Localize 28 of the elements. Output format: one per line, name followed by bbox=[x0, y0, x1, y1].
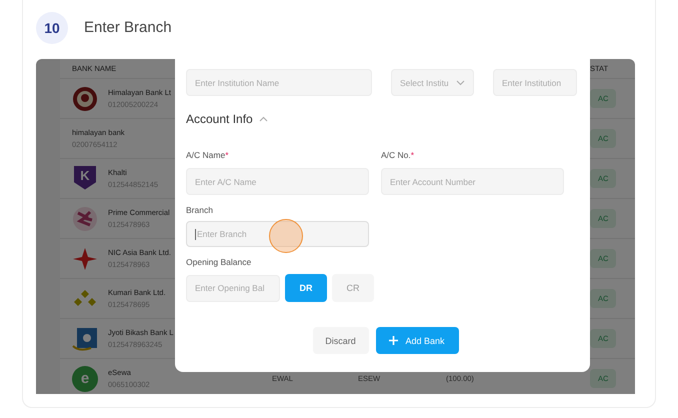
field-label: A/C Name* bbox=[186, 150, 230, 160]
section-title: Account Info bbox=[186, 112, 253, 126]
square-logo-icon bbox=[72, 326, 98, 352]
shield-letter-logo: K bbox=[74, 166, 96, 190]
account-number-field[interactable]: Enter Account Number bbox=[381, 168, 564, 195]
branch-field[interactable]: Enter Branch bbox=[186, 221, 369, 247]
click-indicator bbox=[269, 219, 303, 253]
institution-type-select[interactable]: Select Institu bbox=[391, 69, 474, 96]
institution-name-field[interactable]: Enter Institution Name bbox=[186, 69, 372, 96]
opening-balance-field[interactable]: Enter Opening Bal bbox=[186, 274, 280, 302]
circle-letter-logo: e bbox=[72, 366, 98, 392]
balance-type-toggle[interactable]: CR bbox=[332, 274, 374, 302]
pattern-logo-icon bbox=[72, 206, 98, 232]
chevron-up-icon[interactable] bbox=[258, 116, 268, 122]
step-number: 10 bbox=[36, 12, 68, 44]
chevron-down-icon bbox=[456, 80, 465, 86]
field-label: A/C No.* bbox=[381, 150, 414, 160]
step-title: Enter Branch bbox=[84, 19, 172, 36]
plus-icon bbox=[389, 336, 398, 345]
account-name-field[interactable]: Enter A/C Name bbox=[186, 168, 369, 195]
add-bank-button[interactable]: Add Bank bbox=[376, 327, 458, 354]
seal-logo-icon bbox=[72, 86, 98, 112]
discard-button[interactable]: Discard bbox=[312, 327, 368, 354]
institution-code-field[interactable]: Enter Institution bbox=[493, 69, 577, 96]
field-label: Opening Balance bbox=[186, 257, 252, 269]
star-logo-icon bbox=[72, 246, 98, 272]
field-label: Branch bbox=[186, 205, 214, 217]
balance-type-toggle[interactable]: DR bbox=[285, 274, 327, 302]
